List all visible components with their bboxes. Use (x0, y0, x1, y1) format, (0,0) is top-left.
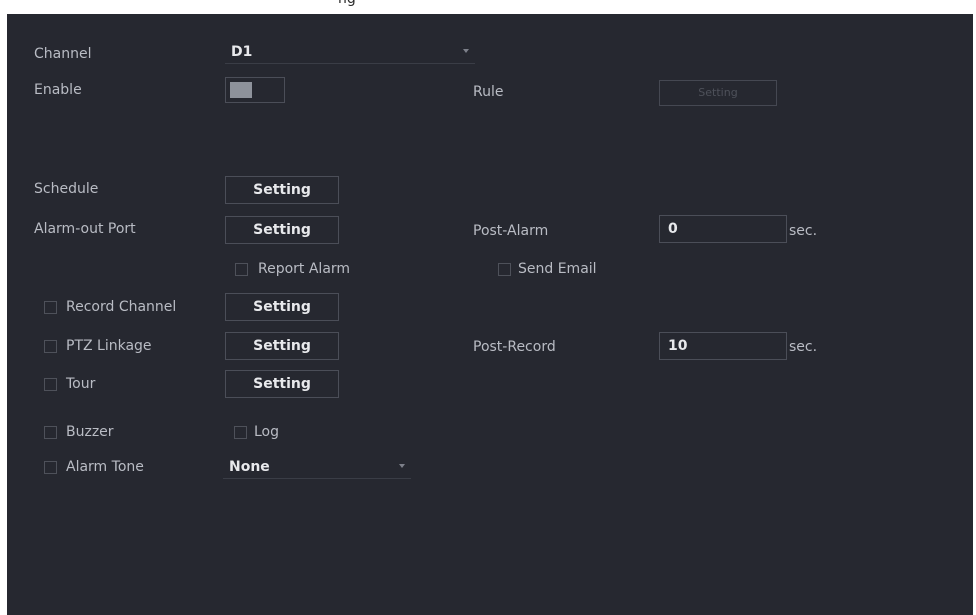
alarm-tone-select[interactable]: None (223, 455, 411, 479)
rule-label: Rule (473, 84, 504, 100)
schedule-setting-button[interactable]: Setting (225, 176, 339, 204)
rule-setting-button[interactable]: Setting (659, 80, 777, 106)
channel-select[interactable]: D1 (225, 40, 475, 64)
log-label: Log (254, 424, 280, 440)
buzzer-label: Buzzer (66, 424, 114, 440)
post-alarm-input[interactable]: 0 (659, 215, 787, 243)
channel-value: D1 (231, 44, 253, 60)
buzzer-checkbox[interactable] (44, 426, 57, 439)
enable-toggle[interactable] (225, 77, 285, 103)
record-channel-label: Record Channel (66, 299, 177, 315)
enable-label: Enable (34, 82, 82, 98)
alarm-tone-label: Alarm Tone (66, 459, 144, 475)
log-checkbox[interactable] (234, 426, 247, 439)
tour-setting-button[interactable]: Setting (225, 370, 339, 398)
post-alarm-label: Post-Alarm (473, 223, 549, 239)
send-email-checkbox[interactable] (498, 263, 511, 276)
ptz-linkage-checkbox[interactable] (44, 340, 57, 353)
tour-label: Tour (66, 376, 96, 392)
ptz-linkage-label: PTZ Linkage (66, 338, 152, 354)
channel-label: Channel (34, 46, 92, 62)
send-email-label: Send Email (518, 261, 597, 277)
settings-panel: Channel D1 Enable Rule Setting Schedule … (7, 14, 973, 615)
post-alarm-unit: sec. (789, 223, 818, 239)
chevron-down-icon (399, 464, 405, 468)
report-alarm-checkbox[interactable] (235, 263, 248, 276)
toggle-knob (230, 82, 252, 98)
alarm-out-port-setting-button[interactable]: Setting (225, 216, 339, 244)
alarm-out-port-label: Alarm-out Port (34, 221, 136, 237)
chevron-down-icon (463, 49, 469, 53)
schedule-label: Schedule (34, 181, 99, 197)
report-alarm-label: Report Alarm (258, 261, 351, 277)
ptz-linkage-setting-button[interactable]: Setting (225, 332, 339, 360)
record-channel-checkbox[interactable] (44, 301, 57, 314)
post-record-unit: sec. (789, 339, 818, 355)
tour-checkbox[interactable] (44, 378, 57, 391)
alarm-tone-checkbox[interactable] (44, 461, 57, 474)
post-record-label: Post-Record (473, 339, 556, 355)
post-record-input[interactable]: 10 (659, 332, 787, 360)
dialog-title-clipped: ng (338, 0, 408, 7)
top-strip: ng (0, 0, 976, 14)
alarm-tone-value: None (229, 459, 270, 475)
record-channel-setting-button[interactable]: Setting (225, 293, 339, 321)
